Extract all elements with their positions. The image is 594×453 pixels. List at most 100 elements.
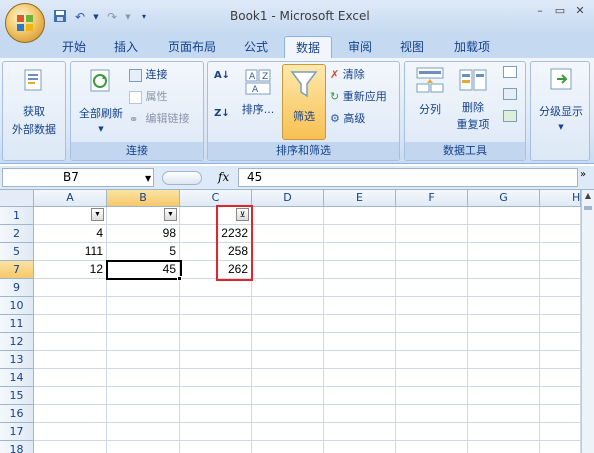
name-box[interactable]: B7 [2,168,154,187]
empty-cell[interactable] [180,441,252,453]
row-header-12[interactable]: 12 [0,333,34,351]
select-all-corner[interactable] [0,190,34,207]
empty-cell[interactable] [396,225,468,243]
column-header-a[interactable]: A [34,190,107,207]
column-header-g[interactable]: G [468,190,540,207]
tab-insert[interactable]: 插入 [110,36,142,58]
formula-input[interactable]: 45 [238,168,578,187]
advanced-filter-button[interactable]: ⚙ 高级 [330,110,400,126]
empty-cell[interactable] [396,315,468,333]
edit-links-button[interactable]: ⚭ 编辑链接 [129,110,205,126]
empty-cell[interactable] [468,441,540,453]
empty-cell[interactable] [540,423,581,441]
empty-cell[interactable] [396,351,468,369]
empty-cell[interactable] [324,369,396,387]
empty-cell[interactable] [324,261,396,279]
empty-cell[interactable] [252,297,324,315]
cell-b1[interactable]: ▼ [107,207,180,225]
empty-cell[interactable] [252,387,324,405]
empty-cell[interactable] [107,315,180,333]
tab-review[interactable]: 审阅 [344,36,376,58]
empty-cell[interactable] [107,441,180,453]
empty-cell[interactable] [324,351,396,369]
filter-dropdown-icon[interactable]: ▼ [164,208,177,221]
customize-qat-icon[interactable]: ▾ [136,9,152,25]
empty-cell[interactable] [540,297,581,315]
empty-cell[interactable] [396,279,468,297]
undo-dropdown-icon[interactable]: ▼ [92,9,100,25]
empty-cell[interactable] [252,369,324,387]
empty-cell[interactable] [324,441,396,453]
filter-dropdown-icon[interactable]: ▼ [91,208,104,221]
empty-cell[interactable] [540,207,581,225]
column-header-d[interactable]: D [252,190,324,207]
name-box-dropdown-icon[interactable]: ▼ [145,174,151,183]
empty-cell[interactable] [252,441,324,453]
row-header-18[interactable]: 18 [0,441,34,453]
empty-cell[interactable] [324,423,396,441]
empty-cell[interactable] [34,441,107,453]
empty-cell[interactable] [324,405,396,423]
empty-cell[interactable] [468,225,540,243]
empty-cell[interactable] [540,243,581,261]
reapply-button[interactable]: ↻ 重新应用 [330,88,400,104]
empty-cell[interactable] [34,279,107,297]
office-button[interactable] [5,3,45,43]
tab-formulas[interactable]: 公式 [240,36,272,58]
row-header-11[interactable]: 11 [0,315,34,333]
undo-icon[interactable]: ↶ [72,9,88,25]
empty-cell[interactable] [468,369,540,387]
empty-cell[interactable] [540,261,581,279]
empty-cell[interactable] [180,279,252,297]
empty-cell[interactable] [324,387,396,405]
empty-cell[interactable] [324,279,396,297]
empty-cell[interactable] [252,423,324,441]
column-header-b[interactable]: B [107,190,180,207]
empty-cell[interactable] [396,261,468,279]
sort-ascending-button[interactable]: A↓ [212,68,232,81]
tab-addins[interactable]: 加载项 [448,36,496,58]
empty-cell[interactable] [180,351,252,369]
vertical-scrollbar[interactable]: ▲ [581,190,594,453]
empty-cell[interactable] [34,405,107,423]
empty-cell[interactable] [252,225,324,243]
redo-icon[interactable]: ↷ [104,9,120,25]
column-header-f[interactable]: F [396,190,468,207]
empty-cell[interactable] [468,297,540,315]
empty-cell[interactable] [396,207,468,225]
empty-cell[interactable] [180,315,252,333]
cell-a5[interactable]: 111 [34,243,107,261]
cell-a1[interactable]: ▼ [34,207,107,225]
empty-cell[interactable] [180,387,252,405]
empty-cell[interactable] [34,369,107,387]
sort-button[interactable]: AZA 排序... [236,68,280,117]
empty-cell[interactable] [107,297,180,315]
empty-cell[interactable] [468,333,540,351]
column-header-e[interactable]: E [324,190,396,207]
redo-dropdown-icon[interactable]: ▼ [124,9,132,25]
empty-cell[interactable] [34,423,107,441]
refresh-all-button[interactable]: 全部刷新 ▼ [73,68,129,133]
empty-cell[interactable] [252,207,324,225]
row-header-5[interactable]: 5 [0,243,34,261]
tab-page-layout[interactable]: 页面布局 [162,36,222,58]
empty-cell[interactable] [180,423,252,441]
empty-cell[interactable] [468,243,540,261]
row-header-2[interactable]: 2 [0,225,34,243]
column-header-h[interactable]: H [540,190,581,207]
empty-cell[interactable] [468,315,540,333]
text-to-columns-button[interactable]: 分列 [409,66,451,117]
empty-cell[interactable] [540,369,581,387]
cell-b5[interactable]: 5 [107,243,180,261]
empty-cell[interactable] [107,369,180,387]
row-header-13[interactable]: 13 [0,351,34,369]
empty-cell[interactable] [396,441,468,453]
outline-dropdown-icon[interactable]: ▼ [533,123,589,131]
empty-cell[interactable] [468,423,540,441]
tab-view[interactable]: 视图 [396,36,428,58]
empty-cell[interactable] [324,315,396,333]
empty-cell[interactable] [396,243,468,261]
connections-button[interactable]: 连接 [129,66,203,82]
empty-cell[interactable] [252,351,324,369]
minimize-icon[interactable]: – [530,4,550,20]
